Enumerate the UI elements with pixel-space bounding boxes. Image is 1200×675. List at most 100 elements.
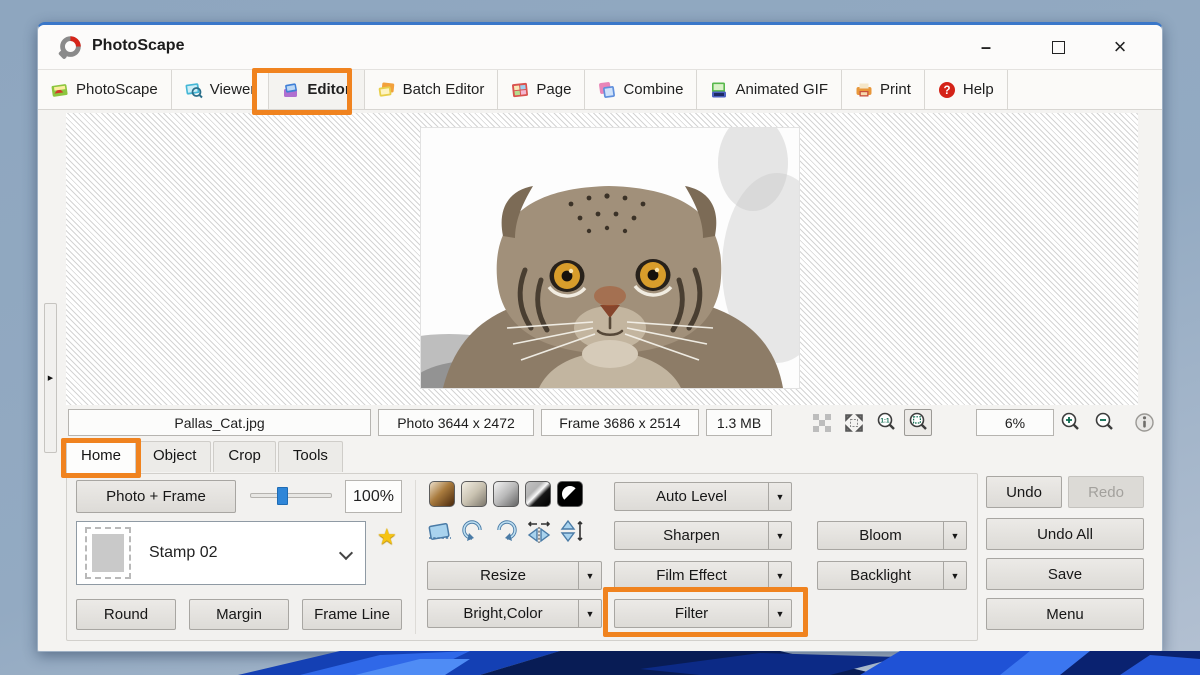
film-effect-arrow[interactable]: ▼: [768, 561, 792, 590]
frame-select-value: Stamp 02: [149, 544, 217, 562]
rotate-ccw-button[interactable]: [460, 518, 486, 544]
resize-arrow[interactable]: ▼: [578, 561, 602, 590]
transform-tools: [427, 518, 585, 544]
maximize-button[interactable]: [1034, 31, 1082, 63]
fullscreen-button[interactable]: [840, 409, 868, 436]
threshold-swatch-button[interactable]: [557, 481, 583, 507]
rotate-photo-button[interactable]: [427, 518, 453, 544]
margin-button[interactable]: Margin: [189, 599, 289, 630]
tab-help[interactable]: ? Help: [925, 70, 1008, 109]
redo-button[interactable]: Redo: [1068, 476, 1144, 508]
zoom-fit-button[interactable]: [904, 409, 932, 436]
tab-home[interactable]: Home: [66, 441, 136, 474]
slider-thumb[interactable]: [277, 487, 288, 505]
tab-viewer[interactable]: Viewer: [172, 70, 270, 109]
threshold-icon: [558, 482, 582, 506]
sharpen-arrow[interactable]: ▼: [768, 521, 792, 550]
tab-combine[interactable]: Combine: [585, 70, 697, 109]
backlight-dropdown[interactable]: Backlight ▼: [817, 561, 967, 590]
photoscape-icon: [51, 81, 69, 99]
filter-dropdown[interactable]: Filter ▼: [614, 599, 792, 628]
zoom-level-value: 6%: [976, 409, 1054, 436]
bloom-arrow[interactable]: ▼: [943, 521, 967, 550]
tab-page[interactable]: Page: [498, 70, 585, 109]
frame-opacity-slider[interactable]: [250, 493, 332, 498]
svg-text:?: ?: [943, 85, 950, 97]
grayscale-swatch-button[interactable]: [493, 481, 519, 507]
tab-tools[interactable]: Tools: [278, 441, 343, 472]
auto-level-dropdown[interactable]: Auto Level ▼: [614, 482, 792, 511]
auto-level-arrow[interactable]: ▼: [768, 482, 792, 511]
minimize-button[interactable]: –: [962, 31, 1010, 63]
file-size-label: 1.3 MB: [706, 409, 772, 436]
frame-size-label: Frame 3686 x 2514: [541, 409, 699, 436]
info-icon: [1134, 412, 1155, 433]
tab-object[interactable]: Object: [138, 441, 211, 472]
chevron-down-icon: [339, 546, 353, 560]
help-icon: ?: [938, 81, 956, 99]
frame-select[interactable]: Stamp 02: [76, 521, 366, 585]
sharpen-dropdown[interactable]: Sharpen ▼: [614, 521, 792, 550]
panel-tabbar: Home Object Crop Tools: [66, 441, 345, 472]
window-title: PhotoScape: [92, 37, 184, 55]
viewer-icon: [185, 81, 203, 99]
menu-button[interactable]: Menu: [986, 598, 1144, 630]
magnifier-1to1-icon: 1:1: [876, 412, 897, 433]
rotate-cw-button[interactable]: [493, 518, 519, 544]
bloom-dropdown[interactable]: Bloom ▼: [817, 521, 967, 550]
svg-text:1:1: 1:1: [880, 418, 890, 425]
pallas-cat-photo[interactable]: [421, 128, 799, 388]
statusbar: Pallas_Cat.jpg Photo 3644 x 2472 Frame 3…: [38, 406, 1162, 440]
round-button[interactable]: Round: [76, 599, 176, 630]
photoscape-window: PhotoScape – × PhotoScape Viewer Editor …: [37, 22, 1163, 652]
opacity-value-box[interactable]: 100%: [345, 480, 402, 513]
tab-animated-gif[interactable]: Animated GIF: [697, 70, 842, 109]
flip-horizontal-button[interactable]: [526, 518, 552, 544]
close-button[interactable]: ×: [1096, 31, 1144, 63]
info-button[interactable]: [1130, 409, 1158, 436]
collapse-arrow-icon: ▶: [48, 374, 53, 382]
gradient-bw-swatch-button[interactable]: [525, 481, 551, 507]
photoscape-logo-icon: [56, 34, 83, 61]
zoom-in-button[interactable]: [1056, 409, 1084, 436]
tab-editor[interactable]: Editor: [269, 70, 364, 109]
home-panel: Photo + Frame 100% Stamp 02 ★ Round Marg…: [66, 473, 978, 641]
magnifier-fit-icon: [908, 412, 929, 433]
backlight-arrow[interactable]: ▼: [943, 561, 967, 590]
bright-color-dropdown[interactable]: Bright,Color ▼: [427, 599, 602, 628]
sepia-swatch-button[interactable]: [429, 481, 455, 507]
undo-button[interactable]: Undo: [986, 476, 1062, 508]
maximize-icon: [1052, 41, 1065, 54]
zoom-actual-size-button[interactable]: 1:1: [872, 409, 900, 436]
magnifier-plus-icon: [1060, 412, 1081, 433]
page-icon: [511, 81, 529, 99]
windows-wallpaper: [0, 651, 1200, 675]
resize-dropdown[interactable]: Resize ▼: [427, 561, 602, 590]
tab-photoscape[interactable]: PhotoScape: [38, 70, 172, 109]
bright-color-arrow[interactable]: ▼: [578, 599, 602, 628]
zoom-out-button[interactable]: [1090, 409, 1118, 436]
filter-arrow[interactable]: ▼: [768, 599, 792, 628]
magnifier-minus-icon: [1094, 412, 1115, 433]
flip-vertical-button[interactable]: [559, 518, 585, 544]
save-button[interactable]: Save: [986, 558, 1144, 590]
print-icon: [855, 81, 873, 99]
tab-print[interactable]: Print: [842, 70, 925, 109]
main-tabbar: PhotoScape Viewer Editor Batch Editor Pa…: [38, 70, 1162, 110]
tab-batch-editor[interactable]: Batch Editor: [365, 70, 499, 109]
frame-line-button[interactable]: Frame Line: [302, 599, 402, 630]
film-effect-dropdown[interactable]: Film Effect ▼: [614, 561, 792, 590]
combine-icon: [598, 81, 616, 99]
expand-arrows-icon: [844, 413, 864, 433]
transparency-checker-button[interactable]: [808, 409, 836, 436]
favorite-star-button[interactable]: ★: [377, 524, 397, 550]
antique-swatch-button[interactable]: [461, 481, 487, 507]
tab-crop[interactable]: Crop: [213, 441, 276, 472]
filename-label: Pallas_Cat.jpg: [68, 409, 371, 436]
editor-icon: [282, 81, 300, 99]
undo-all-button[interactable]: Undo All: [986, 518, 1144, 550]
stamp-thumbnail: [85, 527, 131, 579]
panel-divider: [415, 480, 416, 634]
photo-frame-button[interactable]: Photo + Frame: [76, 480, 236, 513]
batch-editor-icon: [378, 81, 396, 99]
